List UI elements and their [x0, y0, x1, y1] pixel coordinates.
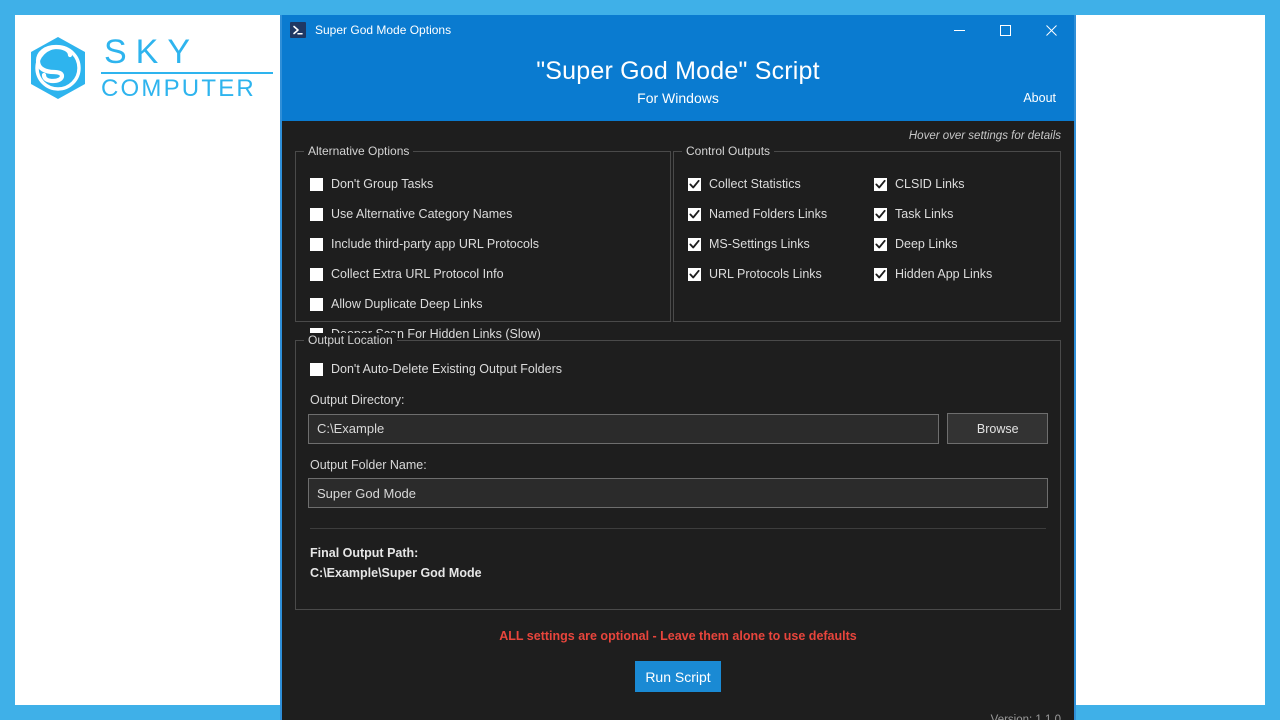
- browse-button[interactable]: Browse: [947, 413, 1048, 444]
- alt-option-label-3: Collect Extra URL Protocol Info: [331, 267, 504, 281]
- control-output-b-label-1: Task Links: [895, 207, 954, 221]
- dont-auto-delete-checkbox-row[interactable]: Don't Auto-Delete Existing Output Folder…: [310, 359, 562, 379]
- control-output-a-checkbox-1[interactable]: [688, 207, 701, 221]
- output-folder-block: Output Folder Name: Super God Mode: [308, 458, 1048, 508]
- control-output-b-row-2[interactable]: Deep Links: [874, 234, 958, 254]
- control-output-b-label-2: Deep Links: [895, 237, 958, 251]
- section-divider: [310, 528, 1046, 529]
- output-location-inner: Don't Auto-Delete Existing Output Folder…: [296, 341, 1060, 583]
- brand-text: SKY COMPUTER: [101, 35, 273, 101]
- control-output-a-row-1[interactable]: Named Folders Links: [688, 204, 827, 224]
- page-canvas: SKY COMPUTER Super God Mode Options "Sup…: [15, 15, 1265, 720]
- output-location-group: Output Location Don't Auto-Delete Existi…: [295, 333, 1061, 610]
- check-icon: [875, 269, 886, 278]
- control-output-b-label-0: CLSID Links: [895, 177, 965, 191]
- minimize-button[interactable]: [936, 15, 982, 45]
- optional-settings-warning: ALL settings are optional - Leave them a…: [499, 629, 857, 643]
- page-title: "Super God Mode" Script: [536, 56, 820, 85]
- control-output-b-checkbox-1[interactable]: [874, 207, 887, 221]
- control-output-b-checkbox-3[interactable]: [874, 267, 887, 281]
- alt-option-label-2: Include third-party app URL Protocols: [331, 237, 539, 251]
- control-output-a-label-1: Named Folders Links: [709, 207, 828, 221]
- control-output-a-row-3[interactable]: URL Protocols Links: [688, 264, 822, 284]
- maximize-button[interactable]: [982, 15, 1028, 45]
- check-icon: [875, 239, 886, 248]
- window-titlebar: Super God Mode Options: [282, 15, 1074, 45]
- output-directory-row: C:\Example Browse: [308, 413, 1048, 444]
- output-location-legend: Output Location: [304, 333, 397, 347]
- top-groups: Alternative Options Don't Group Tasks Use…: [295, 144, 1061, 341]
- control-outputs-group: Control Outputs Collect Statistics Named …: [673, 144, 1061, 322]
- alt-option-checkbox-0[interactable]: [310, 177, 323, 191]
- control-output-b-row-0[interactable]: CLSID Links: [874, 174, 964, 194]
- about-link[interactable]: About: [1023, 91, 1056, 105]
- check-icon: [875, 179, 886, 188]
- final-output-path-label: Final Output Path:: [310, 546, 419, 560]
- control-output-a-row-2[interactable]: MS-Settings Links: [688, 234, 810, 254]
- output-directory-input-wrap: C:\Example: [308, 413, 940, 444]
- close-button[interactable]: [1028, 15, 1074, 45]
- control-outputs-legend: Control Outputs: [682, 144, 775, 158]
- final-output-path-block: Final Output Path: C:\Example\Super God …: [310, 543, 1048, 583]
- run-script-wrap: Run Script: [282, 661, 1074, 692]
- check-icon: [689, 209, 700, 218]
- check-icon: [689, 179, 700, 188]
- control-output-b-row-3[interactable]: Hidden App Links: [874, 264, 992, 284]
- control-output-a-label-2: MS-Settings Links: [709, 237, 810, 251]
- page-subtitle: For Windows: [637, 89, 719, 106]
- control-output-a-label-0: Collect Statistics: [709, 177, 801, 191]
- control-output-a-checkbox-0[interactable]: [688, 177, 701, 191]
- alt-option-row-0[interactable]: Don't Group Tasks: [310, 174, 433, 194]
- final-output-path-value: C:\Example\Super God Mode: [310, 566, 482, 580]
- brand-name-top: SKY: [104, 32, 200, 71]
- alt-option-checkbox-4[interactable]: [310, 297, 323, 311]
- app-header: "Super God Mode" Script For Windows Abou…: [282, 45, 1074, 121]
- control-outputs-columns: Collect Statistics Named Folders Links MS-…: [674, 152, 1060, 284]
- output-directory-label: Output Directory:: [310, 393, 405, 407]
- alt-option-row-3[interactable]: Collect Extra URL Protocol Info: [310, 264, 504, 284]
- alt-option-checkbox-1[interactable]: [310, 207, 323, 221]
- output-folder-label: Output Folder Name:: [310, 458, 427, 472]
- alt-option-label-1: Use Alternative Category Names: [331, 207, 513, 221]
- check-icon: [689, 239, 700, 248]
- run-script-button[interactable]: Run Script: [635, 661, 721, 692]
- control-output-b-row-1[interactable]: Task Links: [874, 204, 953, 224]
- dont-auto-delete-label: Don't Auto-Delete Existing Output Folder…: [331, 362, 562, 376]
- brand-divider: [101, 71, 273, 74]
- control-outputs-column-a: Collect Statistics Named Folders Links MS-…: [688, 174, 874, 284]
- check-icon: [875, 209, 886, 218]
- alt-option-row-1[interactable]: Use Alternative Category Names: [310, 204, 512, 224]
- control-output-b-label-3: Hidden App Links: [895, 267, 993, 281]
- hover-hint-text: Hover over settings for details: [908, 130, 1061, 142]
- alternative-options-legend: Alternative Options: [304, 144, 414, 158]
- powershell-icon: [290, 22, 306, 38]
- brand-name-bottom: COMPUTER: [101, 74, 256, 102]
- output-directory-input[interactable]: C:\Example: [308, 413, 940, 444]
- alt-option-row-2[interactable]: Include third-party app URL Protocols: [310, 234, 539, 254]
- output-folder-input[interactable]: Super God Mode: [308, 478, 1048, 508]
- alt-option-row-4[interactable]: Allow Duplicate Deep Links: [310, 294, 482, 314]
- app-body: Hover over settings for details Alternat…: [282, 121, 1074, 720]
- alternative-options-group: Alternative Options Don't Group Tasks Use…: [295, 144, 671, 341]
- version-label: Version: 1.1.0: [990, 714, 1061, 720]
- control-output-a-checkbox-2[interactable]: [688, 237, 701, 251]
- sky-hex-s-logo-icon: [31, 36, 85, 99]
- screenshot-frame: SKY COMPUTER Super God Mode Options "Sup…: [0, 0, 1280, 720]
- alt-option-checkbox-2[interactable]: [310, 237, 323, 251]
- control-output-a-label-3: URL Protocols Links: [709, 267, 822, 281]
- alternative-options-list: Don't Group Tasks Use Alternative Categor…: [296, 152, 670, 344]
- brand-logo: SKY COMPUTER: [25, 25, 273, 110]
- control-output-a-row-0[interactable]: Collect Statistics: [688, 174, 801, 194]
- control-outputs-column-b: CLSID Links Task Links Deep Links Hidden Ap…: [874, 174, 1060, 284]
- control-output-a-checkbox-3[interactable]: [688, 267, 701, 281]
- alt-option-checkbox-3[interactable]: [310, 267, 323, 281]
- alt-option-label-4: Allow Duplicate Deep Links: [331, 297, 483, 311]
- control-output-b-checkbox-0[interactable]: [874, 177, 887, 191]
- window-title: Super God Mode Options: [315, 23, 452, 37]
- alt-option-label-0: Don't Group Tasks: [331, 177, 434, 191]
- check-icon: [689, 269, 700, 278]
- app-window: Super God Mode Options "Super God Mode" …: [280, 15, 1076, 720]
- control-output-b-checkbox-2[interactable]: [874, 237, 887, 251]
- dont-auto-delete-checkbox[interactable]: [310, 362, 323, 376]
